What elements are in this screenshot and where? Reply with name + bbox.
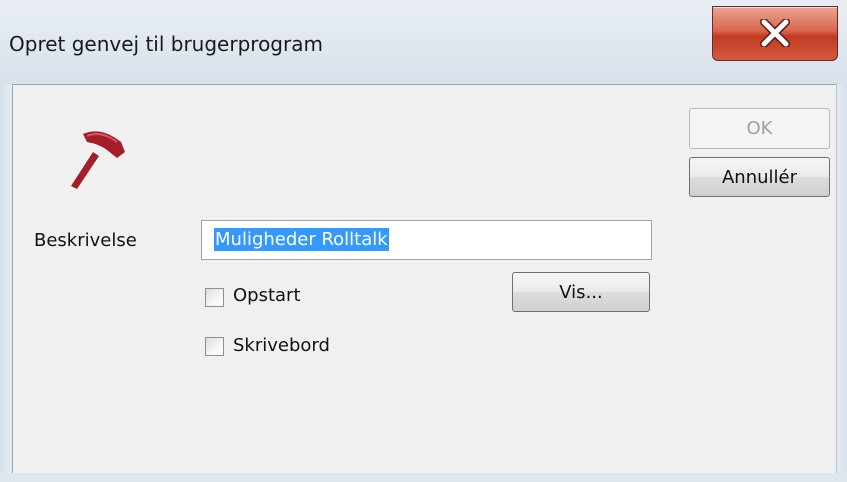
startup-label[interactable]: Opstart bbox=[233, 285, 301, 306]
desktop-label[interactable]: Skrivebord bbox=[233, 335, 330, 356]
description-input-value: Muligheder Rolltalk bbox=[214, 228, 389, 251]
hammer-icon bbox=[71, 131, 125, 189]
window-title: Opret genvej til brugerprogram bbox=[9, 32, 323, 56]
close-button[interactable] bbox=[712, 6, 838, 61]
dialog-window: Opret genvej til brugerprogram OK Annull… bbox=[0, 0, 847, 482]
desktop-checkbox[interactable] bbox=[205, 337, 224, 356]
show-button[interactable]: Vis... bbox=[512, 272, 650, 312]
close-icon bbox=[760, 19, 790, 47]
startup-checkbox[interactable] bbox=[205, 288, 224, 307]
window-frame-bottom bbox=[0, 472, 847, 482]
description-input[interactable]: Muligheder Rolltalk bbox=[201, 220, 652, 260]
title-bar[interactable]: Opret genvej til brugerprogram bbox=[0, 0, 847, 84]
description-label: Beskrivelse bbox=[34, 230, 137, 251]
window-frame-left bbox=[0, 84, 12, 482]
ok-button[interactable]: OK bbox=[689, 108, 830, 149]
cancel-button[interactable]: Annullér bbox=[689, 157, 830, 197]
